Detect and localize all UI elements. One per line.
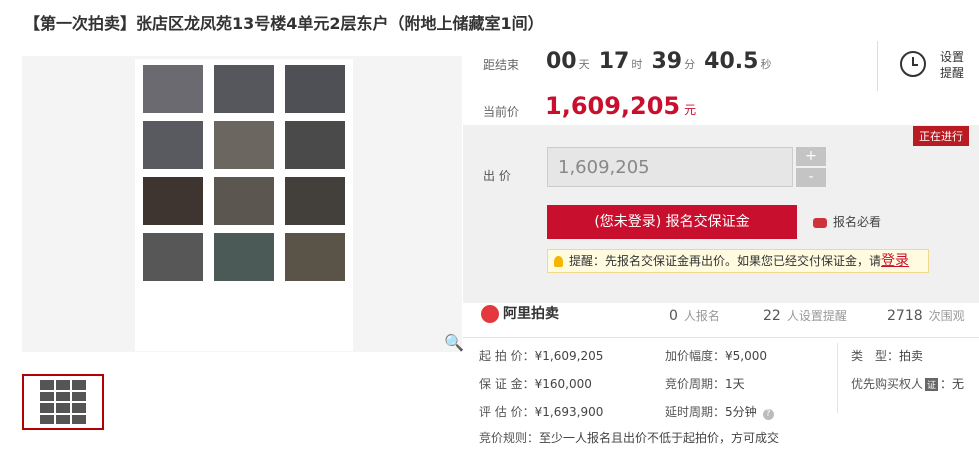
days-unit: 天 xyxy=(578,58,590,71)
lightbulb-icon xyxy=(554,256,563,267)
seconds-unit: 秒 xyxy=(760,58,772,71)
certificate-icon: 证 xyxy=(925,378,939,391)
ali-auction-logo xyxy=(481,305,499,323)
detail-value: ：无 xyxy=(940,377,965,391)
photo-cell xyxy=(212,177,275,227)
detail-key: 竞价规则： xyxy=(479,431,540,445)
photo-cell xyxy=(141,177,204,227)
hours-unit: 时 xyxy=(631,58,643,71)
detail-value: ¥5,000 xyxy=(725,349,768,363)
detail-value: 5分钟 xyxy=(725,405,757,419)
signup-deposit-button[interactable]: (您未登录) 报名交保证金 xyxy=(547,205,797,239)
set-reminder-button[interactable]: 设置提醒 xyxy=(877,41,979,91)
bid-area: 正在进行 出 价 1,609,205 + - (您未登录) 报名交保证金 报名必… xyxy=(463,125,979,303)
current-price: 1,609,205 元 xyxy=(545,92,696,120)
detail-key: 起 拍 价： xyxy=(479,349,535,363)
tip-text: 提醒：先报名交保证金再出价。如果您已经交付保证金，请 xyxy=(569,254,882,268)
detail-value: ¥160,000 xyxy=(534,377,592,391)
detail-key: 加价幅度： xyxy=(665,349,726,363)
reminder-count: 22 人设置提醒 xyxy=(763,307,847,324)
view-count: 2718 次围观 xyxy=(887,307,965,324)
countdown-days: 00 xyxy=(546,49,577,74)
detail-key: 优先购买权人 xyxy=(851,377,924,391)
alarm-clock-icon xyxy=(900,51,926,77)
stat-label: 人设置提醒 xyxy=(786,309,847,323)
photo-cell xyxy=(212,233,275,283)
zoom-magnifier-icon[interactable]: 🔍 xyxy=(444,333,464,352)
priority-buyer: 优先购买权人证：无 xyxy=(851,375,964,392)
countdown-minutes: 39 xyxy=(651,49,683,74)
detail-value: ¥1,609,205 xyxy=(534,349,604,363)
bidding-rule: 竞价规则：至少一人报名且出价不低于起拍价，方可成交 xyxy=(479,429,779,446)
page-title: 【第一次拍卖】张店区龙凤苑13号楼4单元2层东户（附地上储藏室1间） xyxy=(24,14,544,33)
photo-cell xyxy=(284,65,347,115)
divider xyxy=(837,343,838,413)
help-icon[interactable]: ? xyxy=(762,409,774,420)
countdown-label: 距结束 xyxy=(483,58,520,72)
photo-cell xyxy=(141,233,204,283)
divider xyxy=(463,337,979,338)
stat-label: 次围观 xyxy=(928,309,965,323)
stat-number: 0 xyxy=(669,308,678,324)
detail-key: 类 型： xyxy=(851,349,900,363)
bid-amount-input[interactable]: 1,609,205 xyxy=(547,147,793,187)
status-badge: 正在进行 xyxy=(913,126,969,146)
auction-type: 类 型：拍卖 xyxy=(851,347,923,364)
thumbnail-selected[interactable] xyxy=(22,374,104,430)
photo-cell xyxy=(141,121,204,171)
deposit: 保 证 金：¥160,000 xyxy=(479,375,592,392)
detail-value: 至少一人报名且出价不低于起拍价，方可成交 xyxy=(539,431,780,445)
auction-info: 阿里拍卖 0 人报名 22 人设置提醒 2718 次围观 起 拍 价：¥1,609,2… xyxy=(463,287,979,467)
countdown-timer: 00 天 17 时 39 分 40.5 秒 xyxy=(546,49,775,74)
photo-cell xyxy=(141,65,204,115)
detail-key: 保 证 金： xyxy=(479,377,535,391)
photo-cell xyxy=(212,65,275,115)
detail-value: 拍卖 xyxy=(899,349,924,363)
photo-cell xyxy=(284,121,347,171)
photo-cell xyxy=(284,233,347,283)
countdown-hours: 17 xyxy=(598,49,630,74)
main-image-viewer[interactable] xyxy=(22,56,462,352)
must-read-label: 报名必看 xyxy=(833,215,882,229)
detail-value: 1天 xyxy=(725,377,745,391)
stat-number: 2718 xyxy=(887,308,923,324)
bid-label: 出 价 xyxy=(483,169,511,183)
property-photo-sheet xyxy=(135,59,353,351)
thumbnail-image xyxy=(40,380,86,424)
photo-cell xyxy=(284,177,347,227)
platform-name: 阿里拍卖 xyxy=(503,306,559,322)
set-reminder-label: 设置提醒 xyxy=(940,50,965,80)
must-read-link[interactable]: 报名必看 xyxy=(813,213,881,230)
coins-icon xyxy=(813,217,827,228)
delay-period: 延时周期：5分钟? xyxy=(665,403,774,420)
current-price-value: 1,609,205 xyxy=(545,92,681,120)
detail-key: 延时周期： xyxy=(665,405,726,419)
start-price: 起 拍 价：¥1,609,205 xyxy=(479,347,603,364)
ali-auction-brand: 阿里拍卖 xyxy=(481,303,559,323)
detail-key: 竞价周期： xyxy=(665,377,726,391)
current-price-unit: 元 xyxy=(684,103,697,117)
login-tip: 提醒：先报名交保证金再出价。如果您已经交付保证金，请登录 xyxy=(547,249,929,273)
stat-label: 人报名 xyxy=(683,309,720,323)
photo-cell xyxy=(212,121,275,171)
minutes-unit: 分 xyxy=(684,58,696,71)
current-price-label: 当前价 xyxy=(483,105,520,119)
signup-count: 0 人报名 xyxy=(669,307,720,324)
appraisal-price: 评 估 价：¥1,693,900 xyxy=(479,403,603,420)
stat-number: 22 xyxy=(763,308,781,324)
increase-bid-button[interactable]: + xyxy=(796,147,826,166)
decrease-bid-button[interactable]: - xyxy=(796,168,826,187)
bid-increment: 加价幅度：¥5,000 xyxy=(665,347,767,364)
countdown-seconds: 40.5 xyxy=(704,49,759,74)
bid-period: 竞价周期：1天 xyxy=(665,375,745,392)
detail-value: ¥1,693,900 xyxy=(534,405,604,419)
detail-key: 评 估 价： xyxy=(479,405,535,419)
login-link[interactable]: 登录 xyxy=(881,253,909,269)
